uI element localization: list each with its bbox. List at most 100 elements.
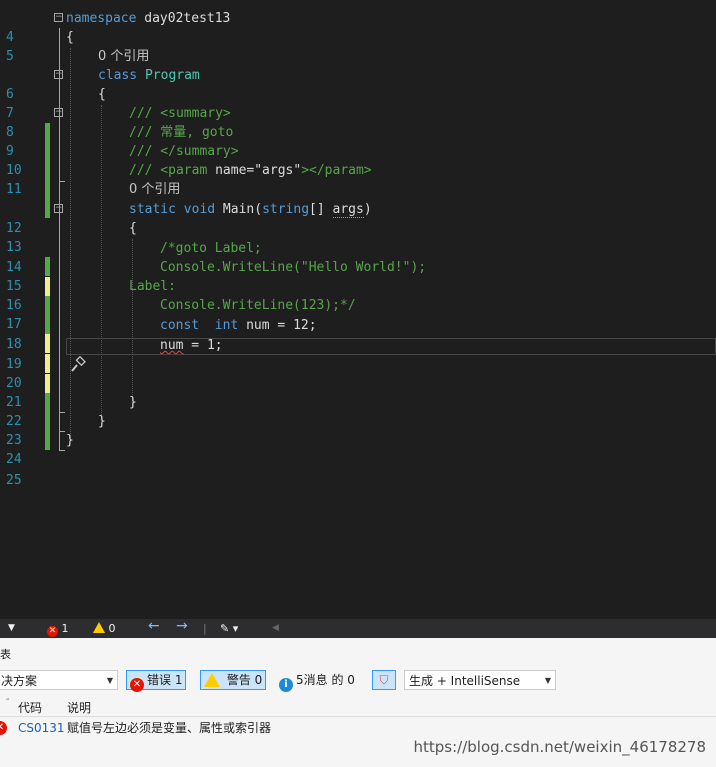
code-line-23[interactable]: 23 }: [0, 412, 716, 448]
xml-comment: /// <param: [129, 163, 216, 178]
error-code-link[interactable]: CS0131: [18, 718, 65, 738]
column-description-header[interactable]: 说明: [67, 699, 91, 716]
error-description: 赋值号左边必须是变量、属性或索引器: [67, 721, 272, 735]
collapse-icon[interactable]: −: [54, 108, 63, 117]
code-line-12[interactable]: 12 − static void Main(string[] args): [0, 200, 716, 236]
column-code-header[interactable]: 代码: [18, 699, 42, 716]
error-icon: ✕: [130, 678, 144, 692]
warnings-filter-label: 警告 0: [226, 673, 263, 687]
chevron-down-icon: ▼: [106, 676, 113, 685]
code-line-10[interactable]: 10 /// </summary>: [0, 142, 716, 199]
error-icon: ✕: [0, 721, 7, 735]
back-arrow-icon[interactable]: ←: [148, 619, 160, 634]
method-name: Main(: [222, 202, 263, 217]
code-text: ): [363, 202, 372, 217]
error-row[interactable]: ✕ CS0131 赋值号左边必须是变量、属性或索引器: [0, 718, 716, 738]
code-line-6[interactable]: 6 − class Program: [0, 66, 716, 102]
code-line-17[interactable]: 17 Console.WriteLine(123);*/: [0, 296, 716, 353]
build-filter-value: 生成 + IntelliSense: [409, 674, 521, 688]
info-icon: i: [279, 678, 293, 692]
code-text: []: [309, 202, 333, 217]
collapse-icon[interactable]: −: [54, 204, 63, 213]
forward-arrow-icon[interactable]: →: [176, 619, 188, 634]
block-comment: /*goto Label;: [160, 241, 262, 256]
error-icon: ✕: [47, 626, 58, 637]
messages-filter-label: 5消息 的 0: [296, 673, 355, 687]
code-line-14[interactable]: 14 /*goto Label;: [0, 239, 716, 296]
code-line-7[interactable]: 7 {: [0, 85, 716, 142]
codelens-line[interactable]: 0 个引用: [0, 180, 716, 199]
scope-dropdown[interactable]: 决方案 ▼: [0, 670, 118, 690]
code-line-19[interactable]: 19 num = 1;: [0, 336, 716, 393]
code-line-25[interactable]: 25: [0, 452, 716, 488]
codelens-references[interactable]: 0 个引用: [98, 47, 149, 66]
code-line-15[interactable]: 15 Console.WriteLine("Hello World!");: [0, 258, 716, 315]
filter-icon: ⛉: [379, 673, 389, 687]
column-sort-icon[interactable]: ″: [6, 698, 9, 708]
scroll-left-icon[interactable]: ◀: [272, 621, 279, 636]
xml-comment: ></param>: [301, 163, 372, 178]
code-line-21[interactable]: 21: [0, 374, 716, 431]
brush-dropdown-icon[interactable]: ✎ ▾: [220, 621, 238, 636]
static-keyword: static void: [129, 202, 223, 217]
error-list-toolbar: 决方案 ▼ ✕ 错误 1 警告 0 i 5消息 的 0 ⛉ 生成 + Intelli…: [0, 668, 716, 694]
collapse-icon[interactable]: −: [54, 13, 63, 22]
block-comment: Console.WriteLine(123);*/: [160, 298, 356, 313]
code-line-18[interactable]: 18 const int num = 12;: [0, 316, 716, 373]
close-brace: }: [129, 395, 137, 410]
warnings-filter-button[interactable]: 警告 0: [200, 670, 267, 690]
xml-comment: /// 常量, goto: [129, 125, 234, 140]
code-editor[interactable]: 4 − namespace day02test13 5 { 0 个引用 6 − …: [0, 0, 716, 619]
code-line-9[interactable]: 9 /// 常量, goto: [0, 123, 716, 180]
errors-filter-label: 错误 1: [147, 673, 183, 687]
code-line-8[interactable]: 8 − /// <summary>: [0, 104, 716, 161]
warning-icon: [93, 622, 105, 633]
editor-status-bar: ▼ ✕ 1 0 ← → | ✎ ▾ ◀: [0, 619, 716, 638]
type-keyword: string: [262, 202, 310, 217]
block-comment: Console.WriteLine("Hello World!");: [160, 260, 427, 275]
error-count-value: 1: [61, 622, 69, 635]
code-line-4[interactable]: 4 − namespace day02test13: [0, 9, 716, 45]
zoom-dropdown-icon[interactable]: ▼: [8, 621, 15, 636]
code-line-13[interactable]: 13 {: [0, 219, 716, 276]
open-brace: {: [66, 30, 74, 45]
code-text: = 1;: [183, 338, 223, 353]
filter-toggle-button[interactable]: ⛉: [372, 670, 396, 690]
error-count[interactable]: ✕ 1: [47, 621, 69, 637]
code-line-24[interactable]: 24 }: [0, 431, 716, 467]
warning-count-value: 0: [108, 622, 116, 635]
scope-value: 决方案: [1, 674, 38, 688]
codelens-references[interactable]: 0 个引用: [129, 180, 180, 199]
class-name: Program: [137, 68, 200, 83]
namespace-name: day02test13: [136, 11, 231, 26]
panel-title: 表: [0, 648, 11, 661]
warning-count[interactable]: 0: [93, 621, 116, 636]
close-brace: }: [66, 433, 74, 448]
block-comment: Label:: [129, 279, 176, 294]
code-line-5[interactable]: 5 {: [0, 28, 716, 64]
error-list-panel: 表 决方案 ▼ ✕ 错误 1 警告 0 i 5消息 的 0 ⛉ 生成 + Intel…: [0, 638, 716, 767]
build-intellisense-dropdown[interactable]: 生成 + IntelliSense ▼: [404, 670, 556, 690]
code-line-22[interactable]: 22 }: [0, 393, 716, 450]
code-text: num = 12;: [238, 318, 317, 333]
warning-icon: [204, 673, 220, 687]
code-line-20[interactable]: 20: [0, 355, 716, 412]
open-brace: {: [129, 221, 137, 236]
namespace-keyword: namespace: [66, 11, 137, 26]
code-line-11[interactable]: 11 /// <param name="args"></param>: [0, 161, 716, 218]
code-line-16[interactable]: 16 Label:: [0, 277, 716, 334]
messages-filter-button[interactable]: i 5消息 的 0: [275, 670, 359, 692]
errors-filter-button[interactable]: ✕ 错误 1: [126, 670, 187, 692]
xml-attribute: name="args": [215, 163, 302, 178]
xml-comment: /// </summary>: [129, 144, 239, 159]
chevron-down-icon: ▼: [544, 676, 551, 685]
const-keyword: const int: [160, 318, 239, 333]
error-list-header: ″ 代码 说明: [0, 696, 716, 717]
error-squiggle-token[interactable]: num: [160, 338, 183, 353]
collapse-icon[interactable]: −: [54, 70, 63, 79]
class-keyword: class: [98, 68, 138, 83]
separator: |: [203, 622, 207, 635]
line-number: 25: [6, 473, 22, 488]
codelens-line[interactable]: 0 个引用: [0, 47, 716, 66]
unused-parameter: args: [332, 202, 364, 218]
